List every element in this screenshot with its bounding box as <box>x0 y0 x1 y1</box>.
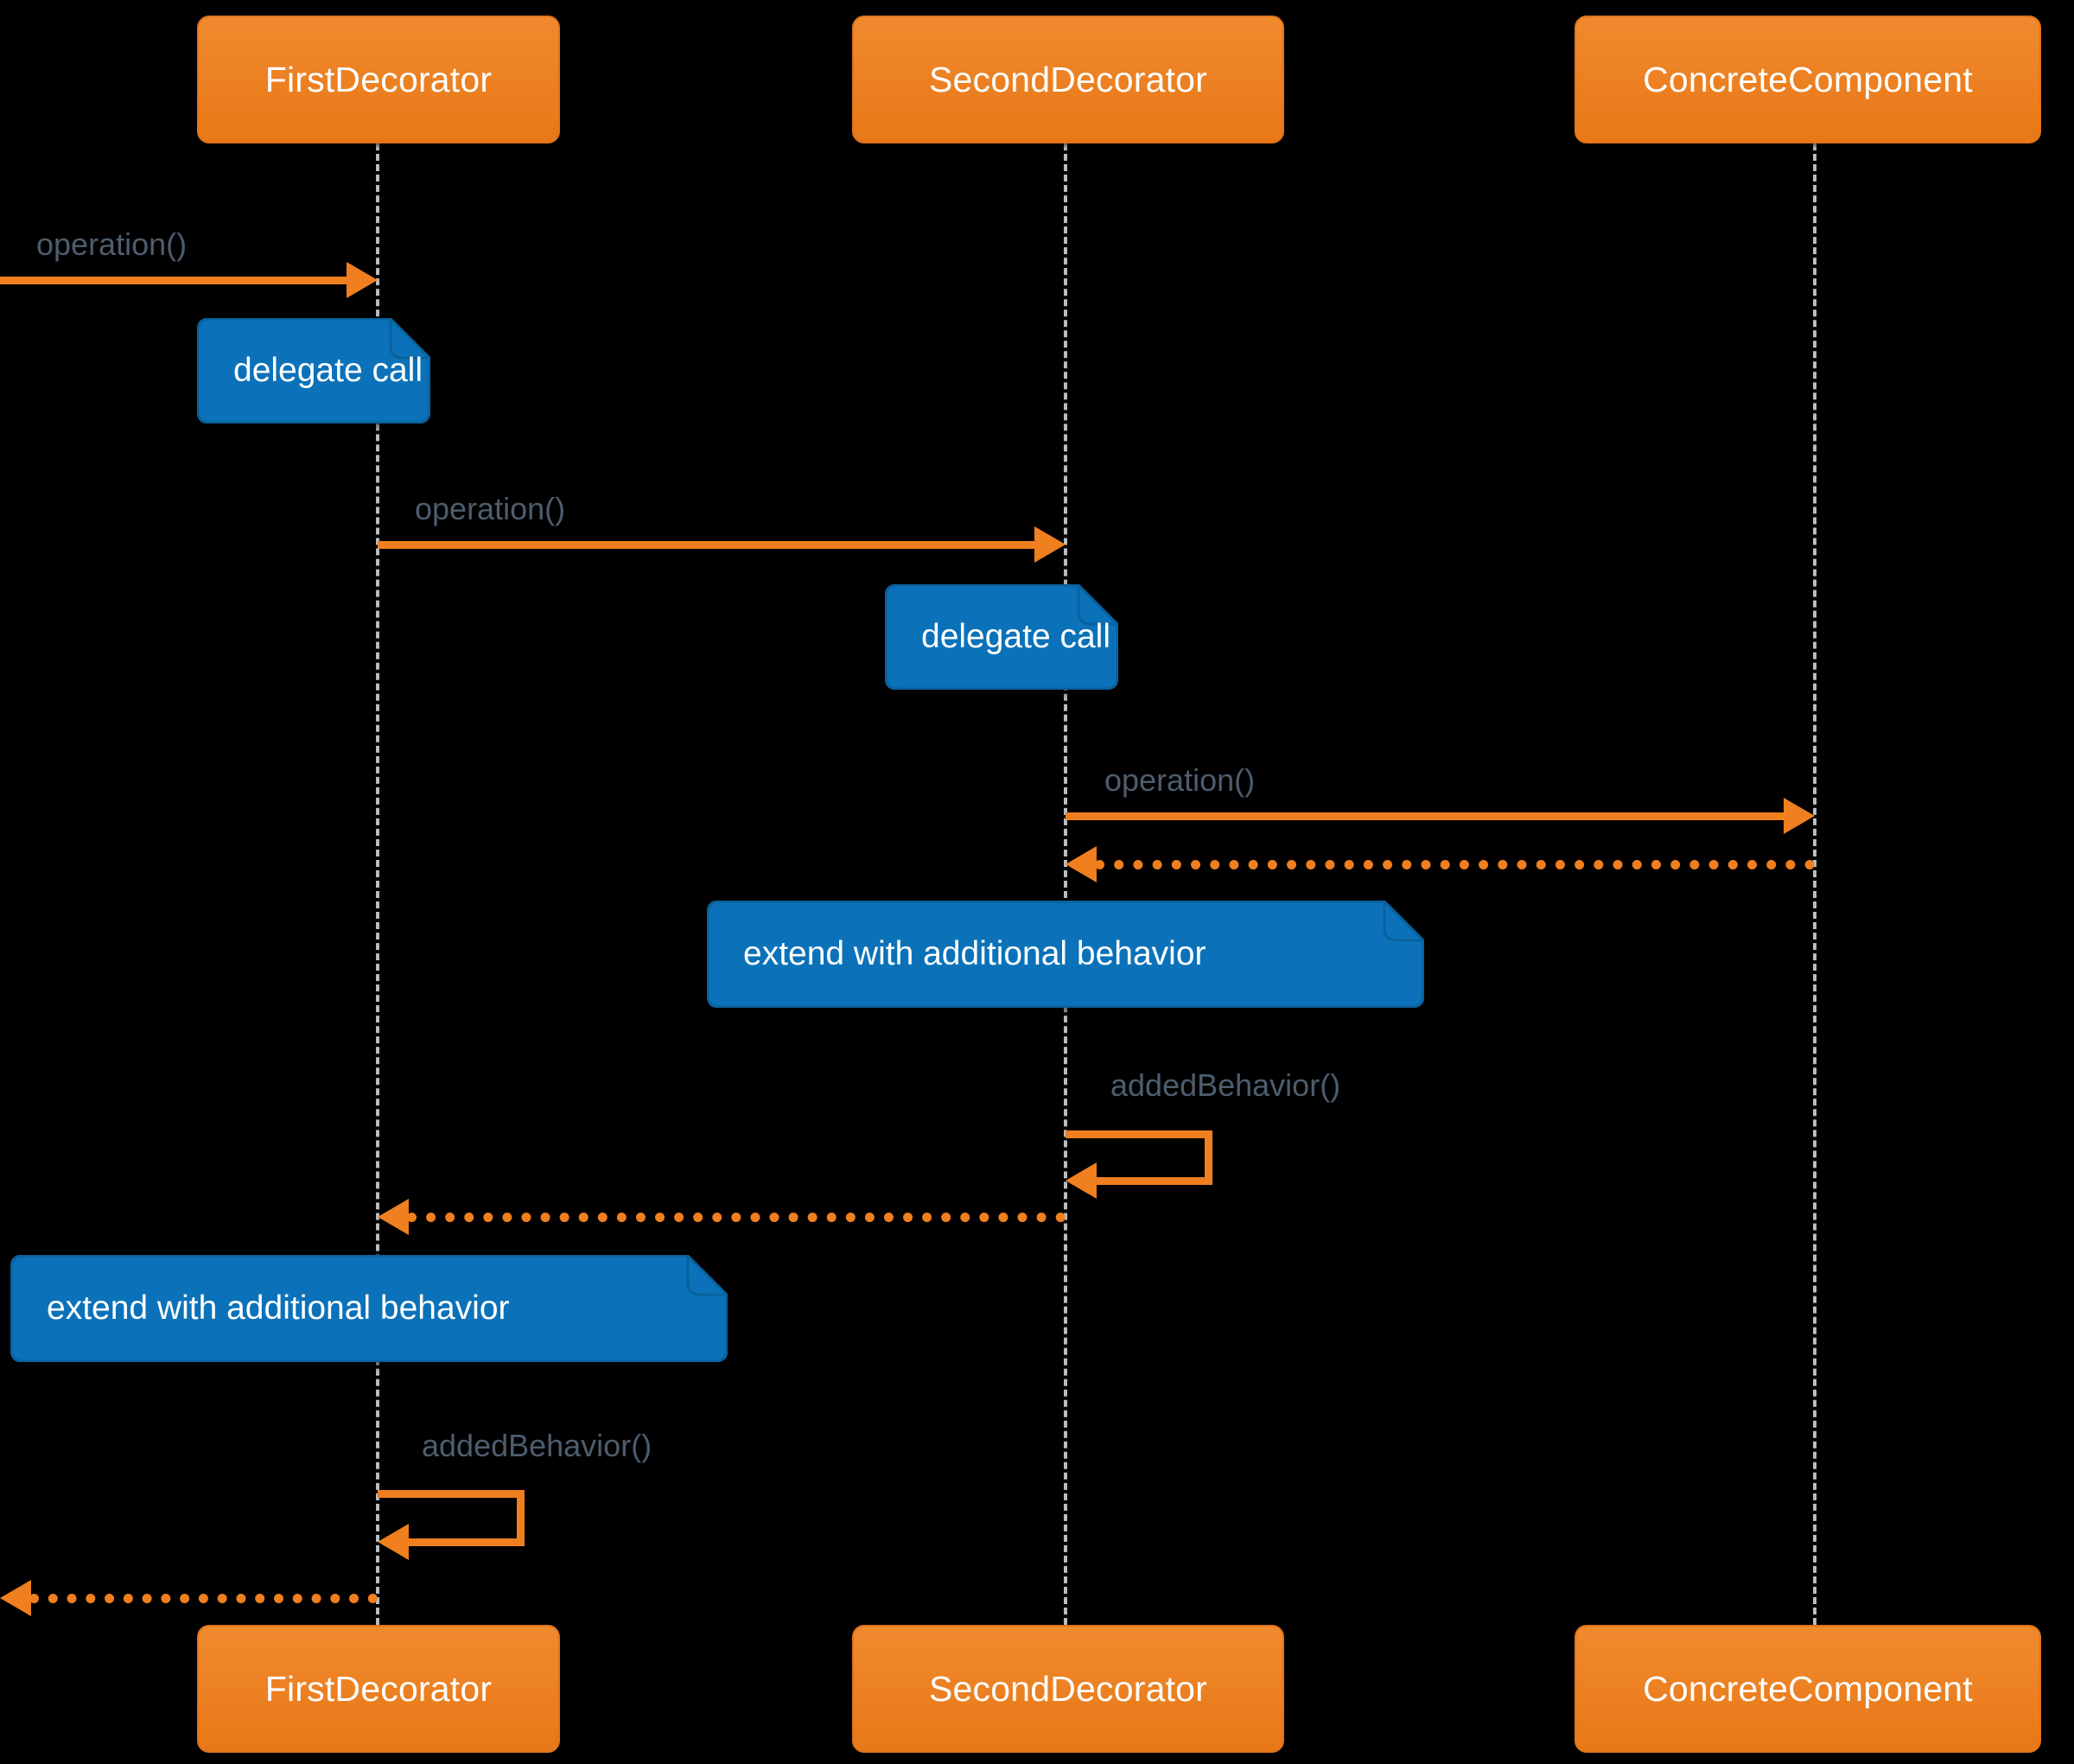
participant-label: ConcreteComponent <box>1643 1668 1973 1709</box>
note-text: delegate call <box>233 352 423 389</box>
message-label: operation() <box>415 491 566 526</box>
note-text: extend with additional behavior <box>47 1290 510 1327</box>
participant-header-concrete-component[interactable]: ConcreteComponent <box>1575 16 2041 143</box>
self-call-label-added-behavior-second: addedBehavior() <box>1110 1067 1341 1103</box>
arrowhead-icon <box>378 1524 409 1560</box>
self-call-label-added-behavior-first: addedBehavior() <box>422 1428 652 1463</box>
arrowhead-icon <box>0 1580 31 1616</box>
participant-label: SecondDecorator <box>928 59 1208 99</box>
self-call-top-segment <box>378 1490 525 1498</box>
note-text: extend with additional behavior <box>743 935 1206 972</box>
lifeline-second-decorator <box>1064 143 1067 1625</box>
lifeline-concrete-component <box>1813 143 1816 1625</box>
participant-footer-concrete-component[interactable]: ConcreteComponent <box>1575 1625 2041 1753</box>
note-text: delegate call <box>921 618 1110 655</box>
message-label: operation() <box>36 226 188 262</box>
message-shaft <box>1066 812 1785 820</box>
arrowhead-icon <box>1034 526 1066 563</box>
self-call-added-behavior-first[interactable] <box>378 1490 525 1560</box>
arrowhead-icon <box>378 1199 409 1235</box>
message-label: operation() <box>1104 762 1256 798</box>
participant-label: FirstDecorator <box>264 59 493 99</box>
participant-footer-second-decorator[interactable]: SecondDecorator <box>852 1625 1284 1753</box>
note-delegate-call-first[interactable]: delegate call <box>197 318 430 423</box>
message-shaft-dotted <box>407 1213 1066 1222</box>
participant-label: ConcreteComponent <box>1643 59 1973 99</box>
self-call-bottom-segment <box>409 1538 525 1546</box>
message-shaft-dotted <box>29 1594 378 1603</box>
self-call-added-behavior-second[interactable] <box>1066 1130 1212 1199</box>
participant-label: FirstDecorator <box>264 1668 493 1709</box>
note-extend-behavior-first[interactable]: extend with additional behavior <box>10 1255 728 1362</box>
sequence-diagram-canvas: FirstDecorator SecondDecorator ConcreteC… <box>0 0 2074 1764</box>
participant-header-first-decorator[interactable]: FirstDecorator <box>197 16 560 143</box>
self-call-bottom-segment <box>1097 1177 1212 1185</box>
arrowhead-icon <box>347 262 378 298</box>
arrowhead-icon <box>1066 846 1097 882</box>
note-delegate-call-second[interactable]: delegate call <box>885 584 1118 690</box>
message-shaft <box>0 277 348 284</box>
arrowhead-icon <box>1784 798 1815 834</box>
message-shaft <box>378 541 1036 549</box>
arrowhead-icon <box>1066 1162 1097 1199</box>
participant-header-second-decorator[interactable]: SecondDecorator <box>852 16 1284 143</box>
note-extend-behavior-second[interactable]: extend with additional behavior <box>707 901 1424 1008</box>
participant-label: SecondDecorator <box>928 1668 1208 1709</box>
participant-footer-first-decorator[interactable]: FirstDecorator <box>197 1625 560 1753</box>
self-call-top-segment <box>1066 1130 1212 1138</box>
message-shaft-dotted <box>1095 860 1815 869</box>
